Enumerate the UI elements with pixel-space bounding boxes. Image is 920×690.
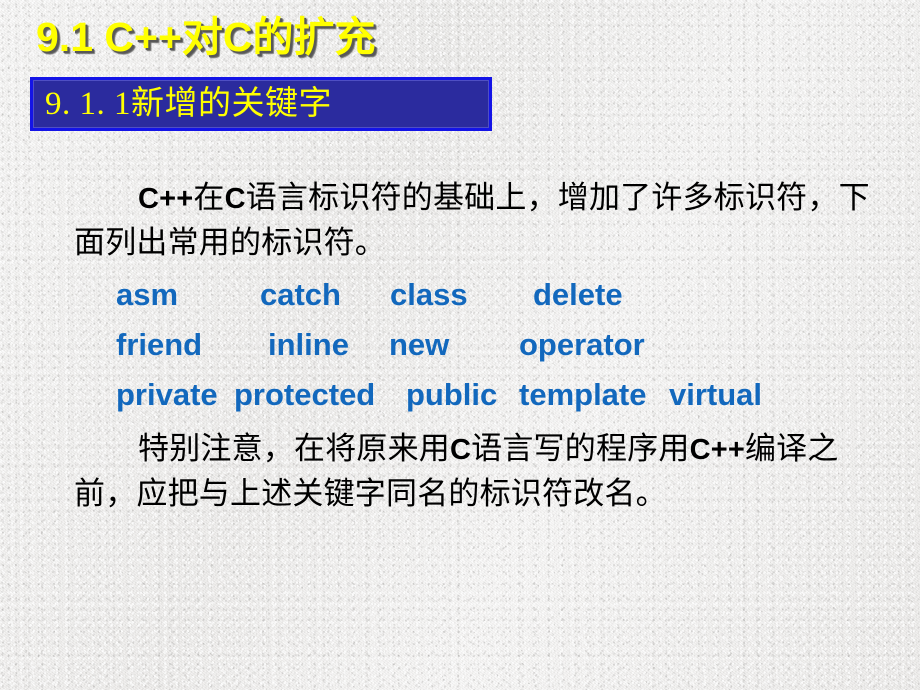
- note-paragraph: 特别注意，在将原来用C语言写的程序用C++编译之前，应把与上述关键字同名的标识符…: [74, 427, 874, 515]
- note-text-a: 特别注意，在将原来用: [138, 431, 450, 466]
- keyword-item: delete: [533, 277, 623, 312]
- keyword-item: operator: [519, 327, 645, 362]
- keyword-item: protected: [234, 377, 376, 412]
- keyword-item: public: [406, 377, 498, 412]
- keyword-item: virtual: [669, 377, 763, 412]
- keyword-item: template: [519, 377, 647, 412]
- keyword-item: friend: [116, 327, 203, 362]
- subsection-heading-box: 9. 1. 1新增的关键字: [30, 77, 492, 131]
- keyword-item: private: [116, 377, 218, 412]
- inline-code-c: C: [450, 434, 472, 466]
- keyword-item: asm: [116, 277, 179, 312]
- inline-code-cpp: C++: [689, 434, 745, 466]
- inline-code-cpp: C++: [138, 183, 194, 215]
- slide-canvas: 9.1 C++对C的扩充 9. 1. 1新增的关键字 C++在C语言标识符的基础…: [0, 0, 920, 690]
- intro-paragraph: C++在C语言标识符的基础上，增加了许多标识符，下面列出常用的标识符。: [74, 176, 874, 264]
- page-title: 9.1 C++对C的扩充: [36, 14, 376, 60]
- keyword-row: private protected public template virtual: [116, 377, 762, 413]
- subsection-heading-label: 9. 1. 1新增的关键字: [45, 86, 332, 122]
- intro-text-a: 在: [193, 180, 225, 215]
- keyword-item: catch: [260, 277, 341, 312]
- inline-code-c: C: [224, 183, 246, 215]
- slide-content-layer: 9.1 C++对C的扩充 9. 1. 1新增的关键字 C++在C语言标识符的基础…: [0, 0, 920, 690]
- keyword-row: friend inline new operator: [116, 327, 645, 363]
- keyword-item: class: [390, 277, 468, 312]
- note-text-b: 语言写的程序用: [471, 431, 690, 466]
- keyword-item: new: [389, 327, 450, 362]
- keyword-item: inline: [268, 327, 349, 362]
- keyword-row: asm catch class delete: [116, 277, 623, 313]
